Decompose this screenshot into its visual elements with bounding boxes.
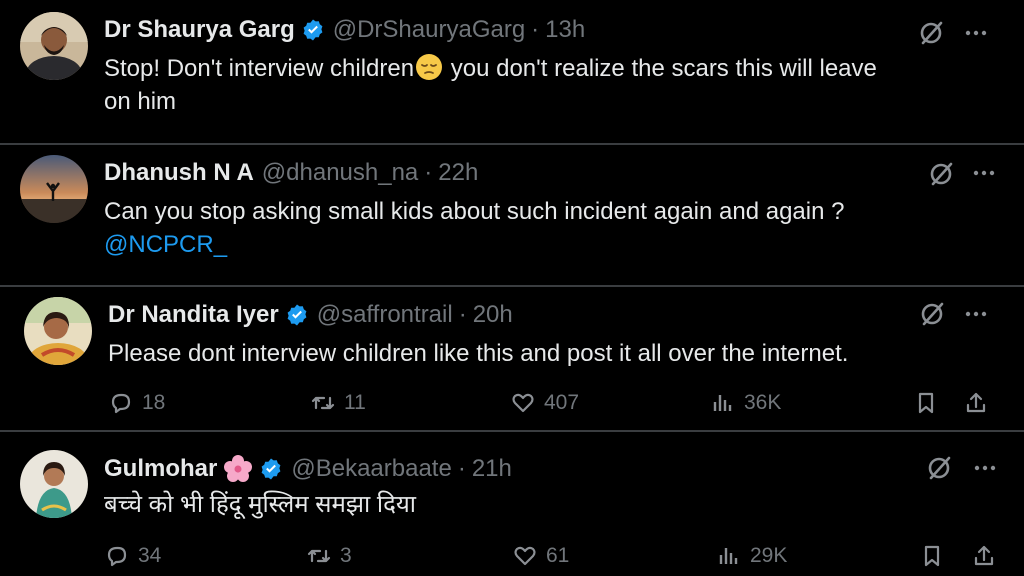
tweet-3[interactable]: Dr Nandita Iyer @saffrontrail · 20h Plea… bbox=[0, 287, 1024, 430]
grok-icon[interactable] bbox=[917, 19, 945, 47]
tweet-header: Dr Shaurya Garg @DrShauryaGarg · 13h bbox=[104, 16, 585, 44]
like-button[interactable]: 61 bbox=[512, 543, 569, 569]
like-count: 407 bbox=[544, 391, 580, 414]
reply-count: 34 bbox=[138, 544, 162, 567]
timestamp[interactable]: 21h bbox=[472, 455, 512, 483]
avatar-image bbox=[20, 450, 88, 518]
author-handle[interactable]: @DrShauryaGarg bbox=[333, 16, 525, 44]
tweet-header: Gulmohar @Bekaarbaate · 21h bbox=[104, 454, 512, 484]
grok-icon[interactable] bbox=[918, 300, 946, 328]
verified-badge-icon bbox=[285, 303, 309, 327]
like-icon bbox=[512, 393, 534, 413]
tweet-text-part: you don't realize the scars this will le… bbox=[444, 55, 877, 82]
share-button[interactable] bbox=[963, 390, 989, 416]
views-icon bbox=[719, 548, 738, 564]
tweet-actions: 18 11 407 36K bbox=[0, 390, 1024, 424]
cherry-blossom-emoji-icon bbox=[223, 454, 253, 484]
more-icon[interactable] bbox=[971, 160, 997, 186]
like-button[interactable]: 407 bbox=[510, 390, 579, 416]
like-count: 61 bbox=[546, 544, 570, 567]
bookmark-button[interactable] bbox=[919, 543, 945, 569]
author-handle[interactable]: @saffrontrail bbox=[317, 301, 453, 329]
tweet-text: Please dont interview children like this… bbox=[108, 337, 988, 370]
avatar[interactable] bbox=[20, 155, 88, 223]
share-button[interactable] bbox=[971, 543, 997, 569]
author-name[interactable]: Dhanush N A bbox=[104, 159, 254, 187]
avatar[interactable] bbox=[20, 450, 88, 518]
tweet-text-line1: Please dont interview children like this… bbox=[108, 340, 849, 367]
verified-badge-icon bbox=[301, 18, 325, 42]
avatar-image bbox=[20, 155, 88, 223]
repost-icon bbox=[307, 549, 331, 563]
avatar-image bbox=[20, 12, 88, 80]
reply-count: 18 bbox=[142, 391, 166, 414]
author-name[interactable]: Gulmohar bbox=[104, 455, 217, 483]
tweet-text-line2: on him bbox=[104, 88, 177, 115]
verified-badge-icon bbox=[259, 457, 283, 481]
tweet-2[interactable]: Dhanush N A @dhanush_na · 22h Can you st… bbox=[0, 145, 1024, 285]
timestamp[interactable]: 22h bbox=[438, 159, 478, 187]
repost-button[interactable]: 3 bbox=[306, 543, 352, 569]
repost-count: 11 bbox=[344, 391, 366, 414]
author-name[interactable]: Dr Nandita Iyer bbox=[108, 301, 279, 329]
reply-icon bbox=[111, 393, 131, 414]
views-count: 29K bbox=[750, 544, 788, 567]
reply-icon bbox=[107, 546, 127, 567]
more-icon[interactable] bbox=[972, 455, 998, 481]
repost-count: 3 bbox=[340, 544, 352, 567]
share-icon bbox=[966, 392, 986, 413]
separator-dot: · bbox=[457, 455, 466, 482]
author-handle[interactable]: @dhanush_na bbox=[262, 159, 419, 187]
author-name[interactable]: Dr Shaurya Garg bbox=[104, 16, 295, 44]
bookmark-icon bbox=[918, 392, 934, 414]
grok-icon[interactable] bbox=[925, 454, 953, 482]
tweet-header: Dhanush N A @dhanush_na · 22h bbox=[104, 159, 478, 187]
timestamp[interactable]: 13h bbox=[545, 16, 585, 44]
tweet-actions: 34 3 61 29K bbox=[0, 543, 1024, 576]
tweet-text-line1: Can you stop asking small kids about suc… bbox=[104, 198, 845, 225]
mention-link[interactable]: @NCPCR_ bbox=[104, 231, 227, 258]
avatar-image bbox=[24, 297, 92, 365]
repost-button[interactable]: 11 bbox=[310, 390, 366, 416]
views-count: 36K bbox=[744, 391, 782, 414]
views-icon bbox=[713, 395, 732, 411]
reply-button[interactable]: 18 bbox=[108, 390, 165, 416]
tweet-text: Stop! Don't interview children you don't… bbox=[104, 52, 984, 118]
like-icon bbox=[514, 546, 536, 566]
timestamp[interactable]: 20h bbox=[473, 301, 513, 329]
bookmark-button[interactable] bbox=[913, 390, 939, 416]
tweet-text: Can you stop asking small kids about suc… bbox=[104, 195, 1004, 261]
pensive-face-emoji-icon bbox=[414, 52, 444, 82]
separator-dot: · bbox=[424, 159, 433, 186]
more-icon[interactable] bbox=[963, 301, 989, 327]
avatar[interactable] bbox=[24, 297, 92, 365]
views-button[interactable]: 36K bbox=[710, 390, 781, 416]
share-icon bbox=[974, 545, 994, 566]
separator-dot: · bbox=[458, 301, 467, 328]
avatar[interactable] bbox=[20, 12, 88, 80]
tweet-text-line1: बच्चे को भी हिंदू मुस्लिम समझा दिया bbox=[104, 491, 416, 518]
bookmark-icon bbox=[924, 545, 940, 567]
tweet-header: Dr Nandita Iyer @saffrontrail · 20h bbox=[108, 301, 513, 329]
author-handle[interactable]: @Bekaarbaate bbox=[291, 455, 451, 483]
tweet-text: बच्चे को भी हिंदू मुस्लिम समझा दिया bbox=[104, 488, 984, 521]
tweet-4[interactable]: Gulmohar @Bekaarbaate · 21h बच्चे को भी … bbox=[0, 432, 1024, 576]
tweet-1[interactable]: Dr Shaurya Garg @DrShauryaGarg · 13h Sto… bbox=[0, 0, 1024, 143]
grok-icon[interactable] bbox=[927, 160, 955, 188]
reply-button[interactable]: 34 bbox=[104, 543, 161, 569]
more-icon[interactable] bbox=[963, 20, 989, 46]
separator-dot: · bbox=[531, 16, 540, 43]
repost-icon bbox=[311, 396, 335, 410]
tweet-text-part: Stop! Don't interview children bbox=[104, 55, 415, 82]
views-button[interactable]: 29K bbox=[716, 543, 787, 569]
